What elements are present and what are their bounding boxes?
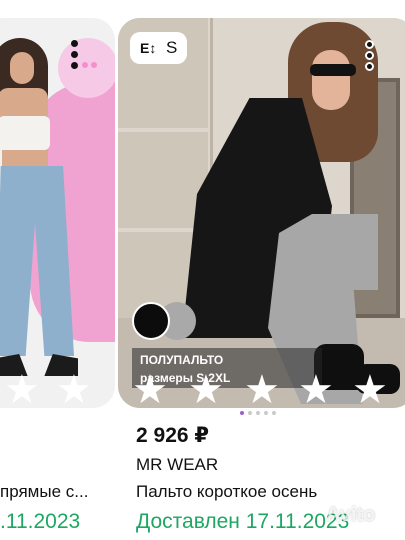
star-icon: ★: [352, 368, 388, 408]
carousel-dot: [248, 411, 252, 415]
photo-pager: [82, 62, 97, 68]
size-badge: E↕ S: [130, 32, 188, 64]
product-brand[interactable]: MR WEAR: [136, 455, 218, 475]
product-title[interactable]: Пальто короткое осень: [136, 482, 317, 502]
photo-background-shape: [58, 38, 115, 98]
photo-model-face: [312, 50, 350, 110]
carousel-dot: [272, 411, 276, 415]
photo-model-sunglasses: [310, 64, 356, 76]
left-product-title[interactable]: прямые с...: [0, 482, 88, 502]
star-icon: ★: [298, 368, 334, 408]
delivery-status: Доставлен 17.11.2023: [136, 510, 350, 533]
star-icon: ★: [4, 368, 40, 408]
star-icon: ★: [244, 368, 280, 408]
photo-model-face: [10, 52, 34, 84]
star-icon: ★: [132, 368, 168, 408]
carousel-dots: [240, 411, 276, 415]
carousel-dot: [256, 411, 260, 415]
photo-model-waist: [2, 150, 48, 168]
size-icon: E↕: [140, 40, 157, 56]
product-price: 2 926 ₽: [136, 424, 209, 447]
left-delivery-date: .11.2023: [0, 510, 81, 533]
more-vertical-icon[interactable]: [70, 40, 78, 74]
product-card-right[interactable]: E↕ S ПОЛУПАЛЬТО размеры S-2XL ★ ★ ★ ★ ★: [118, 18, 405, 408]
size-badge-label: S: [166, 38, 178, 57]
star-icon: ★: [188, 368, 224, 408]
avito-watermark: Avito: [326, 504, 376, 526]
photo-model-top: [0, 116, 50, 150]
color-swatch-black[interactable]: [132, 302, 170, 340]
wall-tile: [118, 132, 208, 228]
star-icon: ★: [56, 368, 92, 408]
more-vertical-icon[interactable]: [362, 40, 376, 74]
carousel-dot-active: [240, 411, 244, 415]
carousel-dot: [264, 411, 268, 415]
photo-overlay-line1: ПОЛУПАЛЬТО: [140, 353, 224, 367]
product-card-left[interactable]: ★ ★: [0, 18, 115, 408]
